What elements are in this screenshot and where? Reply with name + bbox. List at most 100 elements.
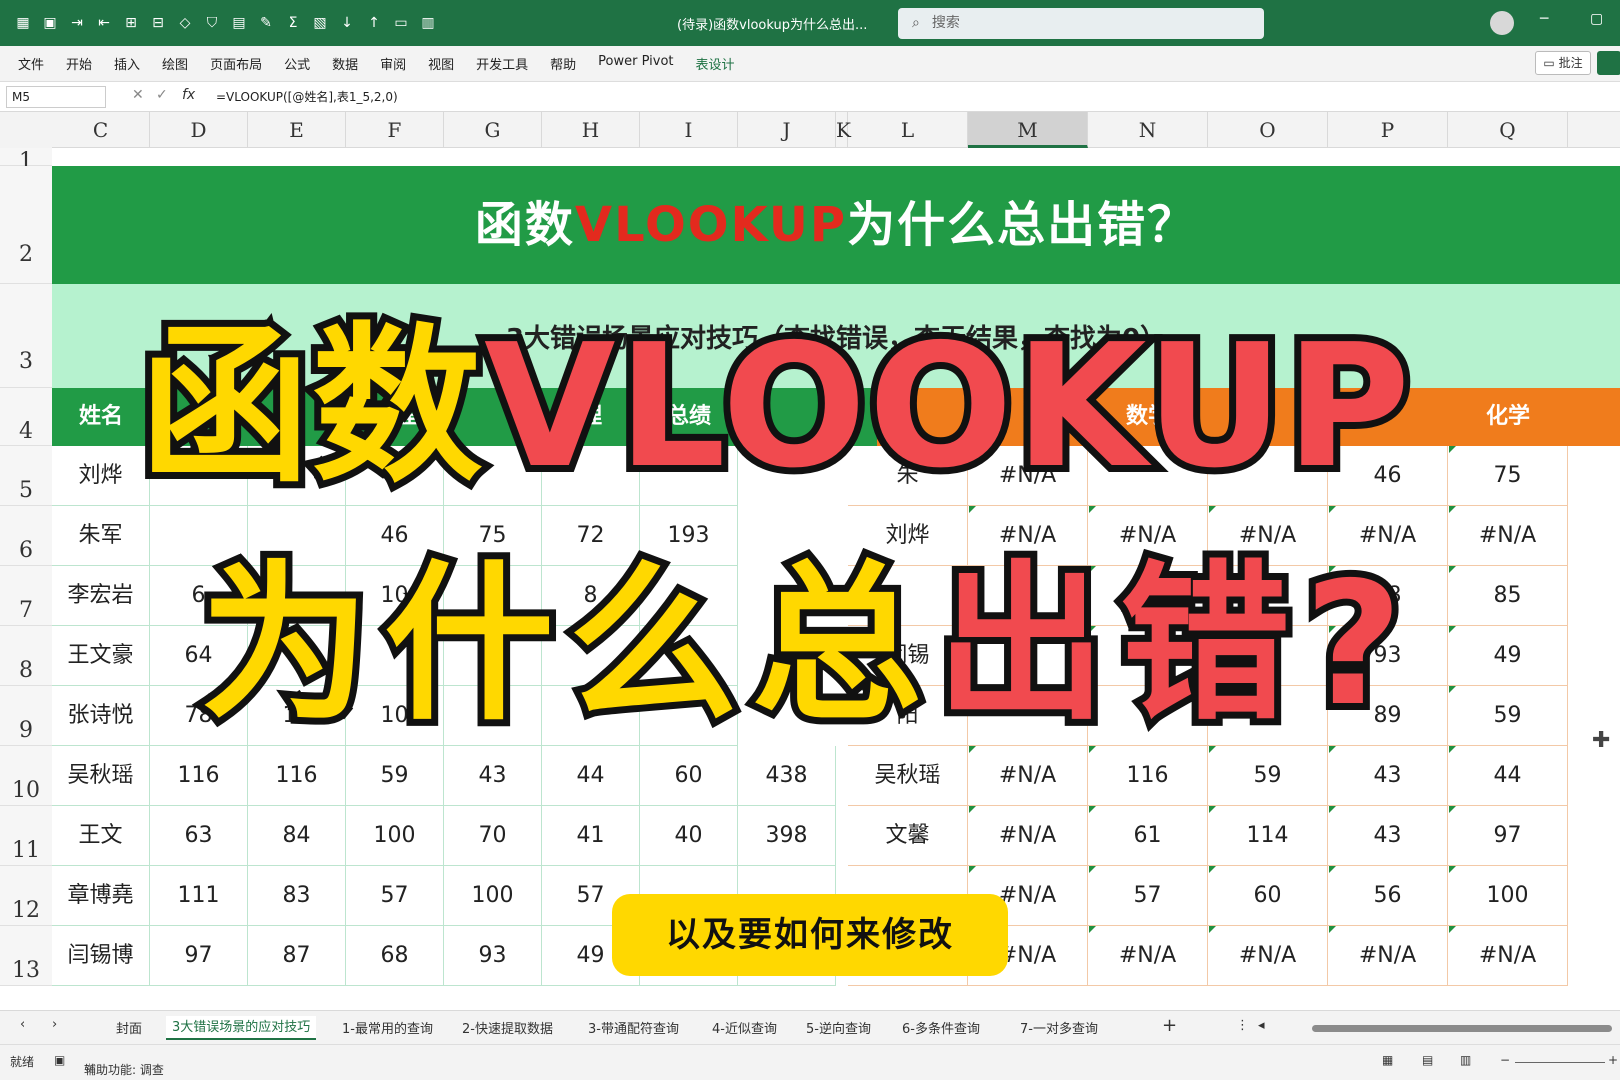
sheet-tab[interactable]: 封面 (116, 1018, 142, 1037)
column-header-p[interactable]: P (1328, 112, 1448, 148)
left-table-cell[interactable]: 116 (248, 746, 346, 806)
right-table-cell[interactable]: #N/A (1448, 506, 1568, 566)
cancel-icon[interactable]: ✕ (132, 87, 144, 103)
ribbon-tab[interactable]: 审阅 (369, 54, 417, 73)
column-header-j[interactable]: J (738, 112, 836, 148)
textbox-icon[interactable]: ▭ (390, 12, 412, 34)
right-table-cell[interactable]: #N/A (1208, 926, 1328, 986)
zoom-in-icon[interactable]: + (1608, 1053, 1618, 1067)
right-table-cell[interactable]: 59 (1208, 746, 1328, 806)
column-header-c[interactable]: C (52, 112, 150, 148)
right-table-cell[interactable]: 75 (1448, 446, 1568, 506)
right-table-cell[interactable]: 文馨 (848, 806, 968, 866)
search-box[interactable]: ⌕ 搜索 (898, 8, 1264, 39)
page-layout-icon[interactable]: ▤ (1422, 1053, 1433, 1067)
right-table-cell[interactable]: 57 (1088, 866, 1208, 926)
left-table-cell[interactable]: 43 (444, 746, 542, 806)
ribbon-tab[interactable]: 绘图 (151, 54, 199, 73)
left-table-cell[interactable]: 111 (150, 866, 248, 926)
column-header-i[interactable]: I (640, 112, 738, 148)
row-header-13[interactable]: 13 (0, 926, 52, 986)
left-table-cell[interactable]: 116 (150, 746, 248, 806)
right-table-cell[interactable]: #N/A (1088, 926, 1208, 986)
fx-icon[interactable]: fx (182, 87, 195, 103)
select-all-corner[interactable] (0, 112, 52, 148)
normal-view-icon[interactable]: ▦ (1382, 1053, 1393, 1067)
ribbon-tab[interactable]: 插入 (103, 54, 151, 73)
freeze-icon[interactable]: ⊟ (147, 12, 169, 34)
sort-asc-icon[interactable]: ↓ (336, 12, 358, 34)
right-table-cell[interactable]: #N/A (1448, 926, 1568, 986)
column-header-q[interactable]: Q (1448, 112, 1568, 148)
left-table-cell[interactable]: 王文 (52, 806, 150, 866)
document-title[interactable]: (待录)函数vlookup为什么总出... (677, 14, 867, 33)
sheet-tab[interactable]: 4-近似查询 (712, 1018, 777, 1037)
filter-icon[interactable]: ⛉ (201, 12, 223, 34)
ribbon-tab[interactable]: 表设计 (685, 54, 746, 73)
ribbon-tab[interactable]: 页面布局 (199, 54, 273, 73)
left-table-cell[interactable]: 83 (248, 866, 346, 926)
right-table-cell[interactable]: 43 (1328, 806, 1448, 866)
next-sheet-icon[interactable]: › (52, 1017, 57, 1032)
left-table-cell[interactable]: 59 (346, 746, 444, 806)
sheet-tab[interactable]: 6-多条件查询 (902, 1018, 980, 1037)
sort-desc-icon[interactable]: ↑ (363, 12, 385, 34)
format-icon[interactable]: ▥ (417, 12, 439, 34)
right-table-cell[interactable]: 60 (1208, 866, 1328, 926)
formula-input[interactable]: =VLOOKUP([@姓名],表1_5,2,0) (216, 88, 398, 105)
ribbon-tab[interactable]: Power Pivot (587, 54, 684, 73)
shape-icon[interactable]: ◇ (174, 12, 196, 34)
right-table-cell[interactable]: 114 (1208, 806, 1328, 866)
ribbon-tab[interactable]: 文件 (0, 54, 55, 73)
comment-button[interactable]: ▭ 批注 (1535, 51, 1591, 75)
minimize-icon[interactable]: ─ (1540, 11, 1548, 27)
avatar[interactable] (1490, 11, 1514, 35)
right-table-cell[interactable]: 116 (1088, 746, 1208, 806)
left-table-cell[interactable]: 70 (444, 806, 542, 866)
ribbon-tab[interactable]: 公式 (273, 54, 321, 73)
right-table-cell[interactable]: 56 (1328, 866, 1448, 926)
excel-icon[interactable]: ▦ (12, 12, 34, 34)
ribbon-tab[interactable]: 开始 (55, 54, 103, 73)
paint-icon[interactable]: ✎ (255, 12, 277, 34)
left-table-cell[interactable]: 李宏岩 (52, 566, 150, 626)
left-table-cell[interactable]: 68 (346, 926, 444, 986)
right-table-cell[interactable]: 61 (1088, 806, 1208, 866)
right-table-cell[interactable]: 59 (1448, 686, 1568, 746)
row-header-12[interactable]: 12 (0, 866, 52, 926)
column-header-l[interactable]: L (848, 112, 968, 148)
left-table-cell[interactable]: 84 (248, 806, 346, 866)
column-header-f[interactable]: F (346, 112, 444, 148)
right-table-cell[interactable]: 44 (1448, 746, 1568, 806)
zoom-out-icon[interactable]: − (1500, 1053, 1510, 1067)
column-header-o[interactable]: O (1208, 112, 1328, 148)
row-header-7[interactable]: 7 (0, 566, 52, 626)
sum-icon[interactable]: Σ (282, 12, 304, 34)
left-table-cell[interactable]: 40 (640, 806, 738, 866)
right-table-cell[interactable]: #N/A (968, 746, 1088, 806)
right-table-cell[interactable]: 49 (1448, 626, 1568, 686)
right-table-cell[interactable]: 吴秋瑶 (848, 746, 968, 806)
column-header-h[interactable]: H (542, 112, 640, 148)
row-header-4[interactable]: 4 (0, 388, 52, 446)
sheet-tab[interactable]: 3-带通配符查询 (588, 1018, 679, 1037)
name-box[interactable]: M5 (6, 86, 106, 108)
left-table-cell[interactable]: 57 (346, 866, 444, 926)
scroll-left-icon[interactable]: ◂ (1258, 1018, 1265, 1033)
sheet-tab[interactable]: 1-最常用的查询 (342, 1018, 433, 1037)
left-table-cell[interactable]: 97 (150, 926, 248, 986)
left-table-cell[interactable]: 王文豪 (52, 626, 150, 686)
add-sheet-icon[interactable]: + (1162, 1015, 1177, 1036)
sheet-tab[interactable]: 7-一对多查询 (1020, 1018, 1098, 1037)
confirm-icon[interactable]: ✓ (156, 87, 168, 103)
column-header-k[interactable]: K (836, 112, 851, 148)
left-table-cell[interactable]: 60 (640, 746, 738, 806)
sheet-tab[interactable]: 2-快速提取数据 (462, 1018, 553, 1037)
save-icon[interactable]: ▣ (39, 12, 61, 34)
left-table-cell[interactable]: 朱军 (52, 506, 150, 566)
left-table-cell[interactable]: 41 (542, 806, 640, 866)
right-table-cell[interactable]: #N/A (968, 806, 1088, 866)
ribbon-tab[interactable]: 视图 (417, 54, 465, 73)
delete-row-icon[interactable]: ⇤ (93, 12, 115, 34)
ribbon-tab[interactable]: 数据 (321, 54, 369, 73)
